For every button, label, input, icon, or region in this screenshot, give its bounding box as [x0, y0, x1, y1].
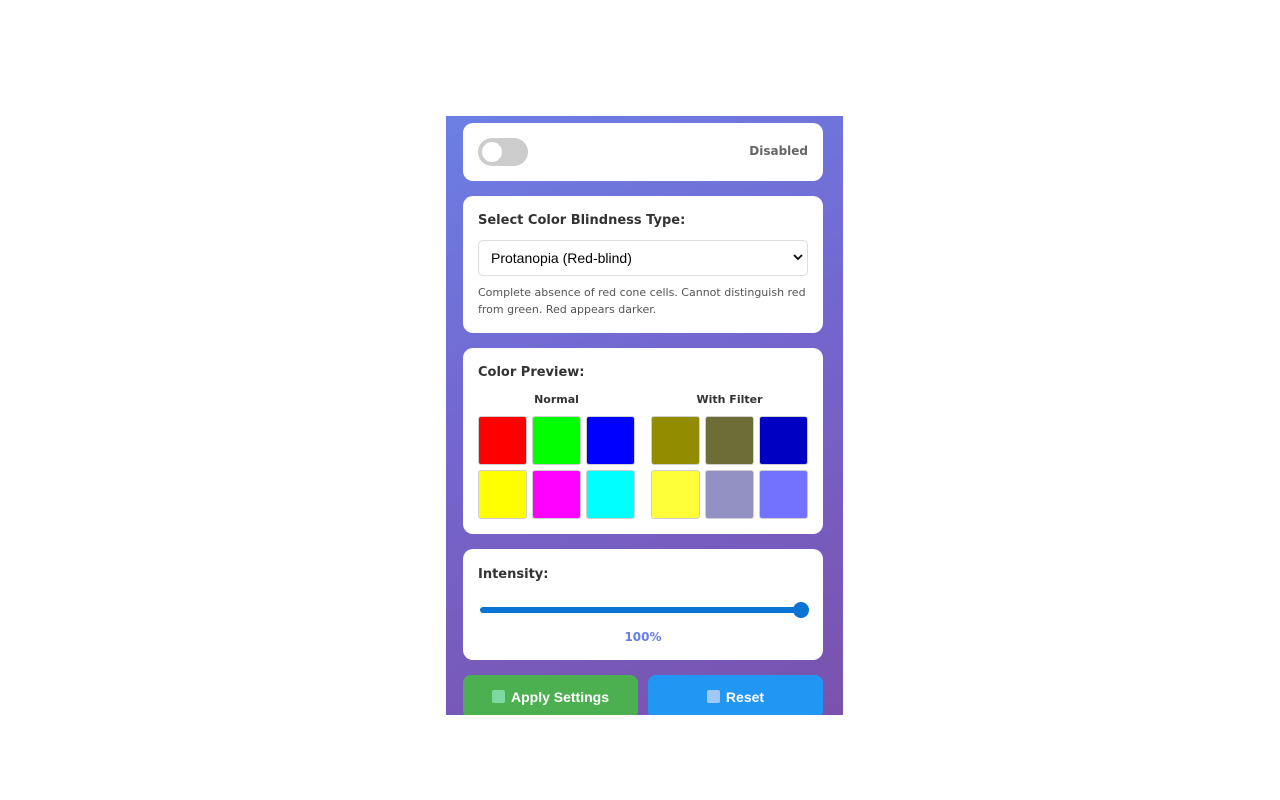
- intensity-card: Intensity: 100%: [463, 549, 823, 660]
- check-icon: [491, 689, 505, 703]
- normal-swatch: [478, 470, 527, 519]
- enable-toggle[interactable]: [478, 138, 528, 166]
- type-select[interactable]: Protanopia (Red-blind): [478, 240, 808, 276]
- filtered-swatch: [651, 416, 700, 465]
- filtered-swatch: [759, 470, 808, 519]
- filtered-swatch: [705, 416, 754, 465]
- status-text: Disabled: [749, 144, 808, 158]
- refresh-icon: [706, 689, 720, 703]
- preview-title: Color Preview:: [478, 365, 585, 380]
- reset-button[interactable]: Reset: [648, 675, 823, 715]
- intensity-title: Intensity:: [478, 567, 549, 582]
- normal-swatch: [478, 416, 527, 465]
- intensity-slider[interactable]: [480, 602, 809, 618]
- type-description: Complete absence of red cone cells. Cann…: [478, 286, 806, 316]
- type-card: Select Color Blindness Type: Protanopia …: [463, 196, 823, 333]
- type-title: Select Color Blindness Type:: [478, 213, 686, 228]
- normal-swatch-grid: [478, 416, 635, 519]
- toggle-knob: [482, 142, 502, 162]
- filtered-swatch: [705, 470, 754, 519]
- preview-card: Color Preview: Normal With Filter: [463, 348, 823, 534]
- normal-swatch: [586, 470, 635, 519]
- apply-settings-label: Apply Settings: [510, 689, 609, 705]
- filtered-swatch-group: With Filter: [651, 392, 808, 519]
- normal-swatch: [532, 470, 581, 519]
- toggle-card: Disabled: [463, 123, 823, 181]
- normal-label: Normal: [534, 393, 579, 406]
- slider-fill: [480, 607, 801, 613]
- extension-popup: Disabled Select Color Blindness Type: Pr…: [446, 116, 843, 715]
- type-select-value: Protanopia (Red-blind): [491, 250, 632, 266]
- normal-swatch: [586, 416, 635, 465]
- normal-swatch-group: Normal: [478, 392, 635, 519]
- slider-thumb[interactable]: [793, 602, 809, 618]
- apply-settings-button[interactable]: Apply Settings: [463, 675, 638, 715]
- normal-swatch: [532, 416, 581, 465]
- intensity-value: 100%: [624, 630, 662, 644]
- filtered-swatch: [759, 416, 808, 465]
- filtered-label: With Filter: [696, 393, 763, 406]
- filtered-swatch: [651, 470, 700, 519]
- filtered-swatch-grid: [651, 416, 808, 519]
- chevron-down-icon: [793, 254, 803, 261]
- reset-label: Reset: [725, 689, 765, 705]
